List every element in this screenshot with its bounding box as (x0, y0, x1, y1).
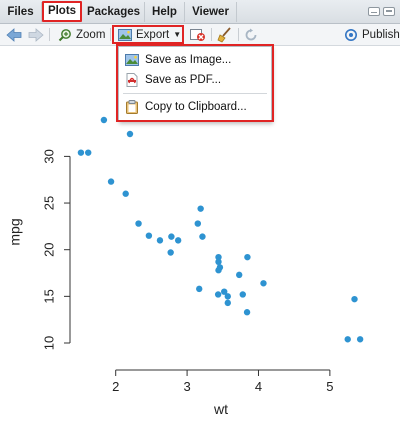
x-axis-title: wt (213, 401, 228, 417)
refresh-icon (245, 28, 257, 40)
tab-viewer[interactable]: Viewer (185, 2, 237, 22)
zoom-label: Zoom (76, 28, 106, 41)
tab-help-label: Help (152, 6, 177, 18)
refresh-button[interactable] (244, 26, 258, 43)
data-point (214, 291, 222, 298)
y-tick-label: 25 (41, 196, 56, 210)
x-tick-label: 4 (255, 379, 262, 394)
data-point (168, 233, 175, 240)
clear-all-plots-button[interactable] (217, 26, 233, 43)
data-point (100, 116, 108, 124)
toolbar-divider (49, 28, 50, 41)
publish-button[interactable]: Publish (344, 26, 400, 43)
data-point (351, 295, 358, 303)
data-point (344, 336, 351, 343)
x-tick-label: 2 (112, 379, 119, 394)
data-point (145, 232, 153, 239)
x-tick-label: 5 (326, 379, 333, 394)
data-point (224, 299, 231, 307)
data-point (122, 190, 129, 197)
data-point (236, 271, 243, 279)
zoom-button[interactable]: Zoom (58, 26, 105, 43)
toolbar-divider (211, 28, 212, 41)
remove-plot-button[interactable] (190, 26, 206, 43)
broom-icon (217, 26, 231, 43)
data-point (167, 249, 174, 256)
data-point (174, 237, 182, 244)
data-point (197, 205, 204, 212)
data-point (239, 291, 246, 298)
zoom-icon (58, 28, 71, 41)
remove-plot-icon (190, 28, 205, 41)
data-point (194, 220, 201, 227)
y-axis-title: mpg (7, 218, 23, 245)
y-tick-label: 15 (41, 289, 56, 303)
tab-plots[interactable]: Plots (42, 1, 82, 22)
maximize-pane-button[interactable] (383, 7, 395, 16)
data-point (215, 253, 222, 261)
y-tick-label: 20 (41, 242, 56, 256)
tab-help[interactable]: Help (145, 2, 185, 22)
data-point (196, 285, 203, 293)
data-point (199, 233, 206, 240)
tab-files-label: Files (7, 6, 34, 18)
tab-viewer-label: Viewer (192, 6, 229, 18)
data-point (85, 149, 92, 156)
export-highlight-box (112, 25, 184, 44)
data-point (126, 130, 134, 138)
data-point (244, 253, 251, 261)
data-point (107, 178, 115, 185)
plots-toolbar: Zoom Export ▼ Publish (0, 24, 400, 46)
data-point (77, 149, 85, 156)
x-tick-label: 3 (183, 379, 190, 394)
tab-files[interactable]: Files (0, 2, 42, 22)
toolbar-divider (238, 28, 239, 41)
publish-icon (345, 28, 357, 41)
data-point (260, 280, 267, 287)
tab-plots-label: Plots (47, 5, 77, 17)
export-menu-highlight-box (116, 44, 274, 122)
data-point (243, 309, 251, 316)
publish-label: Publish (362, 28, 400, 41)
forward-arrow-icon[interactable] (28, 26, 44, 43)
tab-packages[interactable]: Packages (83, 2, 145, 22)
y-tick-label: 10 (41, 336, 56, 350)
data-point (356, 336, 364, 343)
data-point (135, 220, 142, 227)
minimize-pane-button[interactable] (368, 7, 380, 16)
data-point (156, 237, 164, 244)
back-arrow-icon[interactable] (6, 26, 22, 43)
y-tick-label: 30 (41, 149, 56, 163)
toolbar-divider (110, 28, 111, 41)
tab-packages-label: Packages (86, 6, 141, 18)
data-point (224, 293, 231, 300)
data-point (215, 267, 222, 274)
pane-tab-bar: Files Plots Packages Help Viewer (0, 0, 400, 24)
